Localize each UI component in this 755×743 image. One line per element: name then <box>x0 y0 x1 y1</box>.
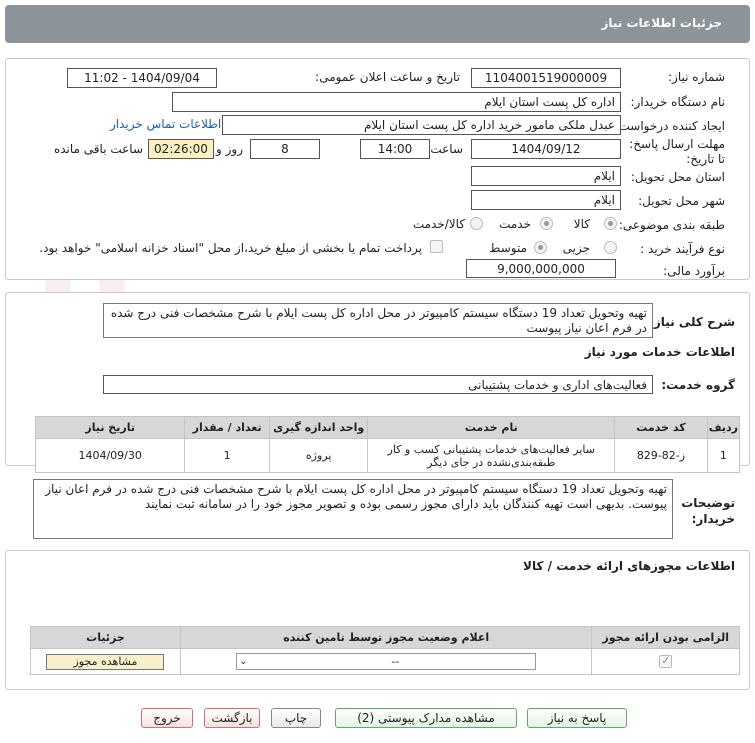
col-date: تاریخ نیاز <box>34 416 186 439</box>
summary-label: شرح کلی نیاز: <box>649 315 735 329</box>
col-row: ردیف <box>706 416 741 439</box>
announce-date-field: 1404/09/04 - 11:02 <box>67 68 217 88</box>
permit-required-checkbox: ✓ <box>659 655 673 669</box>
col-qty: تعداد / مقدار <box>184 416 270 439</box>
process-radio-medium[interactable] <box>534 241 547 254</box>
category-label: طبقه بندی موضوعی: <box>618 218 725 232</box>
buyer-org-field: اداره کل پست استان ایلام <box>172 92 621 112</box>
chevron-down-icon: ⌄ <box>239 656 248 667</box>
deadline-time-field: 14:00 <box>360 139 430 159</box>
cell-code: ز-82-829 <box>614 438 708 473</box>
remaining-time-label: ساعت باقی مانده <box>53 142 143 156</box>
category-radio-goods[interactable] <box>604 217 617 230</box>
permits-table-header: الزامی بودن ارائه مجوز اعلام وضعیت مجوز … <box>30 626 740 649</box>
col-name: نام خدمت <box>367 416 616 439</box>
province-field: ایلام <box>471 166 621 186</box>
col-unit: واحد اندازه گیری <box>268 416 369 439</box>
process-option-medium: متوسط <box>489 241 527 255</box>
buyer-notes-textarea: تهیه وتحویل تعداد 19 دستگاه سیستم کامپیو… <box>33 479 673 539</box>
cell-date: 1404/09/30 <box>34 438 186 473</box>
announce-date-label: تاریخ و ساعت اعلان عمومی: <box>315 70 460 84</box>
permit-status-value: -- <box>391 655 400 668</box>
creator-field: عبدل ملکی مامور خرید اداره کل پست استان … <box>222 115 621 135</box>
print-button[interactable]: چاپ <box>271 708 321 728</box>
deadline-time-label: ساعت <box>430 142 463 156</box>
permits-section-title: اطلاعات مجوزهای ارائه خدمت / کالا <box>523 559 735 573</box>
city-label: شهر محل تحویل: <box>638 194 725 208</box>
process-type-label: نوع فرآیند خرید : <box>640 242 725 256</box>
need-number-field: 1104001519000009 <box>471 68 621 88</box>
remaining-time-field: 02:26:00 <box>148 139 214 159</box>
summary-textarea: تهیه وتحویل تعداد 19 دستگاه سیستم کامپیو… <box>103 303 653 338</box>
cell-qty: 1 <box>184 438 270 473</box>
category-option-goods: کالا <box>573 217 590 231</box>
process-radio-minor[interactable] <box>604 241 617 254</box>
page-title: جزئیات اطلاعات نیاز <box>601 16 722 30</box>
permits-table: الزامی بودن ارائه مجوز اعلام وضعیت مجوز … <box>30 626 740 675</box>
deadline-label: مهلت ارسال پاسخ: تا تاریخ: <box>629 137 725 166</box>
category-option-service: خدمت <box>499 217 531 231</box>
back-button[interactable]: بازگشت <box>204 708 260 728</box>
permit-status-select[interactable]: -- ⌄ <box>236 653 537 670</box>
budget-field: 9,000,000,000 <box>466 259 616 278</box>
page-header: جزئیات اطلاعات نیاز <box>5 5 750 43</box>
col-permit-details: جزئیات <box>30 626 181 649</box>
col-permit-required: الزامی بودن ارائه مجوز <box>591 626 740 649</box>
deadline-date-field: 1404/09/12 <box>471 139 621 159</box>
cell-name: سایر فعالیت‌های خدمات پشتیبانی کسب و کار… <box>367 438 616 473</box>
buyer-contact-link[interactable]: اطلاعات تماس خریدار <box>110 117 221 131</box>
reply-to-need-button[interactable]: پاسخ به نیاز <box>527 708 627 728</box>
city-field: ایلام <box>471 190 621 210</box>
treasury-payment-note: پرداخت تمام یا بخشی از مبلغ خرید،از محل … <box>39 241 422 255</box>
buyer-notes-label: توضیحات خریدار: <box>681 496 735 526</box>
col-permit-status: اعلام وضعیت مجوز توسط تامین کننده <box>179 626 593 649</box>
cell-unit: پروژه <box>268 438 369 473</box>
category-radio-service[interactable] <box>540 217 553 230</box>
need-number-label: شماره نیاز: <box>668 70 725 84</box>
process-option-minor: جزیی <box>562 241 590 255</box>
services-section-title: اطلاعات خدمات مورد نیاز <box>584 345 735 359</box>
days-label: روز و <box>216 142 243 156</box>
services-table-header: ردیف کد خدمت نام خدمت واحد اندازه گیری ت… <box>34 416 741 439</box>
service-group-field: فعالیت‌های اداری و خدمات پشتیبانی <box>103 375 653 394</box>
treasury-payment-checkbox[interactable] <box>430 240 443 253</box>
view-attachments-button[interactable]: مشاهده مدارک پیوستی (2) <box>335 708 517 728</box>
category-radio-both[interactable] <box>470 217 483 230</box>
buyer-org-label: نام دستگاه خریدار: <box>630 95 726 109</box>
table-row: 1 ز-82-829 سایر فعالیت‌های خدمات پشتیبان… <box>34 438 741 473</box>
col-code: کد خدمت <box>614 416 708 439</box>
view-permit-button[interactable]: مشاهده مجوز <box>46 653 165 670</box>
creator-label: ایجاد کننده درخواست: <box>614 119 725 133</box>
exit-button[interactable]: خروج <box>141 708 193 728</box>
province-label: استان محل تحویل: <box>630 170 725 184</box>
service-group-label: گروه خدمت: <box>661 378 735 392</box>
cell-row: 1 <box>706 438 741 473</box>
category-option-both: کالا/خدمت <box>412 217 465 231</box>
services-table: ردیف کد خدمت نام خدمت واحد اندازه گیری ت… <box>34 416 741 473</box>
days-field: 8 <box>250 139 320 159</box>
table-row: ✓ -- ⌄ مشاهده مجوز <box>30 648 740 675</box>
budget-label: برآورد مالی: <box>663 264 725 278</box>
